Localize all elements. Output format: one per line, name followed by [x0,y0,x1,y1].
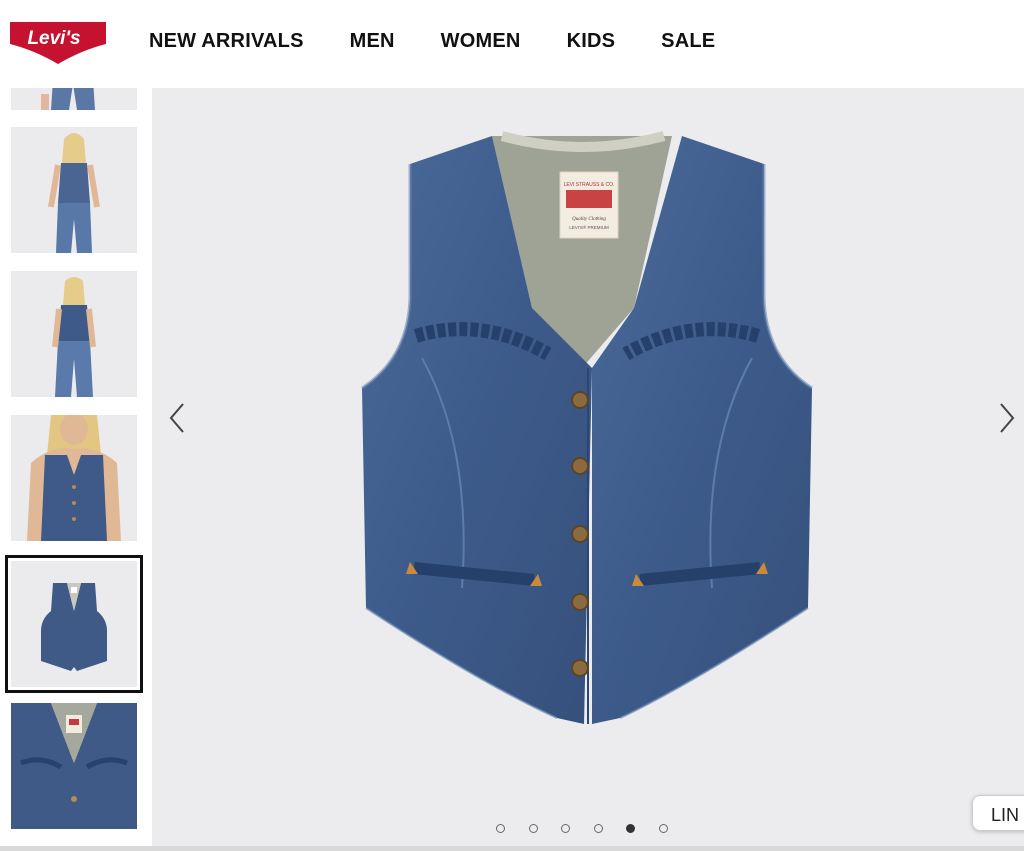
chat-button[interactable]: LIN [972,795,1024,831]
carousel-dot-1[interactable] [496,824,505,833]
carousel-dot-5[interactable] [626,824,635,833]
chevron-right-icon[interactable] [992,398,1022,438]
carousel-dot-3[interactable] [561,824,570,833]
model-back-image [11,271,137,397]
nav-women[interactable]: WOMEN [441,30,521,53]
nav-new-arrivals[interactable]: NEW ARRIVALS [149,30,304,53]
svg-text:Levi's: Levi's [27,28,80,49]
thumbnail-model-front[interactable] [11,127,137,253]
carousel-dots [496,824,691,833]
model-front-image [11,127,137,253]
carousel-dot-4[interactable] [593,824,603,833]
thumbnail-model-closeup[interactable] [11,415,137,541]
nav-men[interactable]: MEN [350,30,395,53]
chevron-left-icon[interactable] [162,398,192,438]
svg-text:®: ® [90,21,99,35]
thumbnail-vest-detail[interactable] [11,703,137,829]
model-jeans-image [11,88,137,110]
site-header: Levi's ® NEW ARRIVALS MEN WOMEN KIDS SAL… [0,0,1024,88]
thumbnail-partial-model-jeans[interactable] [11,88,137,110]
product-image-viewer[interactable]: LEVI STRAUSS & CO. Quality Clothing LEVI… [152,88,1024,846]
nav-sale[interactable]: SALE [661,30,715,53]
thumbnail-rail[interactable] [0,88,152,851]
vest-product-image: LEVI STRAUSS & CO. Quality Clothing LEVI… [361,131,813,724]
vest-flat-image [11,561,137,687]
thumbnail-model-back[interactable] [11,271,137,397]
nav-kids[interactable]: KIDS [567,30,616,53]
bottom-divider [0,846,1024,851]
carousel-dot-6[interactable] [658,824,668,833]
levis-logo[interactable]: Levi's ® [8,20,108,66]
vest-detail-image [11,703,137,829]
main-nav: NEW ARRIVALS MEN WOMEN KIDS SALE [149,30,761,53]
carousel-dot-2[interactable] [528,824,538,833]
svg-text:LEVI STRAUSS & CO.: LEVI STRAUSS & CO. [564,182,615,188]
chat-label: LIN [991,805,1020,825]
thumbnail-vest-flat[interactable] [5,555,143,693]
svg-text:Quality Clothing: Quality Clothing [572,217,606,222]
model-closeup-image [11,415,137,541]
svg-text:LEVI'S® PREMIUM: LEVI'S® PREMIUM [569,224,609,230]
